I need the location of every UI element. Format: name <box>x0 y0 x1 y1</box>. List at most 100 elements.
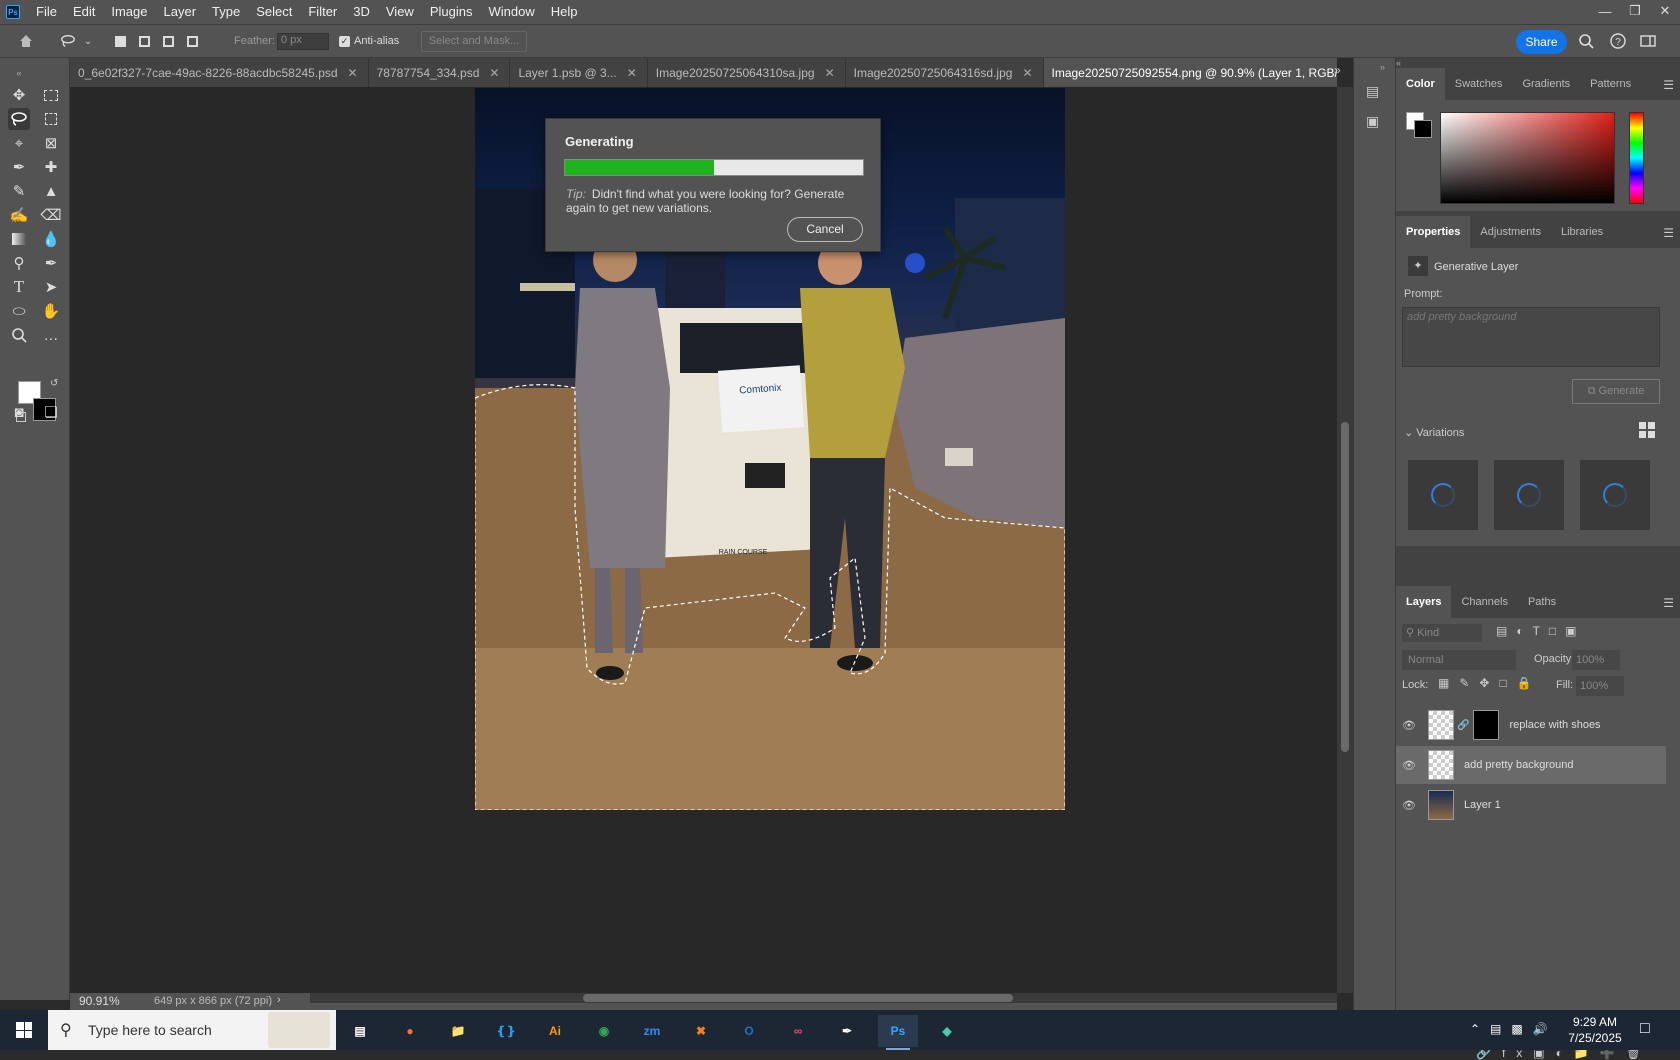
diamond-app-icon[interactable]: ◆ <box>927 1015 967 1047</box>
close-icon[interactable]: ✕ <box>1022 66 1032 80</box>
photoshop-icon[interactable]: Ps <box>878 1015 918 1050</box>
document-tab[interactable]: Image20250725064310sa.jpg ✕ <box>648 58 846 87</box>
document-tab[interactable]: Image20250725064316sd.jpg ✕ <box>846 58 1044 87</box>
tab-color[interactable]: Color <box>1396 68 1445 100</box>
prompt-input[interactable]: add pretty background <box>1402 307 1660 367</box>
lasso-tool-preset-icon[interactable] <box>60 33 76 49</box>
clone-stamp-tool-icon[interactable]: ▲ <box>40 180 62 202</box>
lock-icons[interactable]: ▦✎✥□🔒 <box>1438 676 1542 690</box>
panel-menu-icon[interactable]: ☰ <box>1663 226 1674 240</box>
gradient-tool-icon[interactable] <box>8 228 30 250</box>
layer-filter-icons[interactable]: ▤◐T□▣ <box>1496 624 1586 638</box>
screen-mode-icon[interactable]: ❏ <box>40 401 62 423</box>
move-tool-icon[interactable]: ✥ <box>8 84 30 106</box>
healing-brush-tool-icon[interactable]: ✚ <box>40 156 62 178</box>
marquee-tool-icon[interactable] <box>40 84 62 106</box>
layer-mask-thumbnail[interactable] <box>1473 710 1500 740</box>
close-window-icon[interactable]: ✕ <box>1650 0 1680 22</box>
chevron-down-icon[interactable]: ⌄ <box>80 33 96 49</box>
brush-tool-icon[interactable]: ✎ <box>8 180 30 202</box>
taskbar-search-box[interactable]: ⚲ Type here to search <box>48 1010 336 1050</box>
layer-row[interactable]: 👁 🔗 replace with shoes <box>1396 706 1666 744</box>
system-tray-icons[interactable]: ⌃▤▩🔊 <box>1470 1022 1558 1036</box>
document-tab[interactable]: Layer 1.psb @ 3... ✕ <box>510 58 648 87</box>
variation-thumbnail[interactable] <box>1408 460 1478 530</box>
variations-header[interactable]: ⌄ Variations <box>1404 426 1464 439</box>
crop-tool-icon[interactable]: ⌖ <box>8 132 30 154</box>
more-tools-icon[interactable]: … <box>40 324 62 346</box>
task-view-icon[interactable]: ▤ <box>340 1015 380 1047</box>
blur-tool-icon[interactable]: 💧 <box>40 228 62 250</box>
comments-icon[interactable]: ▣ <box>1366 113 1379 130</box>
zoom-tool-icon[interactable] <box>8 324 30 346</box>
tab-layers[interactable]: Layers <box>1396 586 1452 618</box>
firefox-icon[interactable]: ● <box>390 1015 430 1047</box>
visibility-eye-icon[interactable]: 👁 <box>1396 799 1422 812</box>
search-icon[interactable] <box>1578 33 1594 49</box>
horizontal-scroll-thumb[interactable] <box>583 994 1013 1002</box>
collapse-toolbar-icon[interactable]: « <box>8 62 30 84</box>
tab-channels[interactable]: Channels <box>1451 586 1517 618</box>
layer-row-selected[interactable]: 👁 add pretty background <box>1396 746 1666 784</box>
menu-3d[interactable]: 3D <box>345 0 378 24</box>
variation-thumbnail[interactable] <box>1580 460 1650 530</box>
object-selection-tool-icon[interactable] <box>40 108 62 130</box>
help-icon[interactable]: ? <box>1610 33 1626 49</box>
minimize-icon[interactable]: — <box>1590 0 1620 22</box>
menu-view[interactable]: View <box>378 0 422 24</box>
hue-slider[interactable] <box>1629 112 1644 204</box>
taskbar-clock[interactable]: 9:29 AM 7/25/2025 <box>1560 1014 1630 1046</box>
outlook-icon[interactable]: O <box>729 1015 769 1047</box>
menu-image[interactable]: Image <box>103 0 155 24</box>
tab-properties[interactable]: Properties <box>1396 216 1471 248</box>
document-tab-active[interactable]: Image20250725092554.png @ 90.9% (Layer 1… <box>1043 58 1337 87</box>
document-tab[interactable]: 78787754_334.psd ✕ <box>369 58 511 87</box>
eraser-tool-icon[interactable]: ⌫ <box>40 204 62 226</box>
mask-link-icon[interactable]: 🔗 <box>1457 720 1469 731</box>
close-icon[interactable]: ✕ <box>489 66 499 80</box>
swap-colors-icon[interactable]: ↺ <box>50 378 58 389</box>
blend-mode-select[interactable]: Normal <box>1402 650 1516 670</box>
layer-kind-filter[interactable]: ⚲ Kind <box>1402 624 1482 642</box>
tab-paths[interactable]: Paths <box>1518 586 1566 618</box>
new-selection-icon[interactable] <box>112 33 128 49</box>
horizontal-scrollbar[interactable] <box>310 993 1337 1003</box>
path-selection-tool-icon[interactable]: ➤ <box>40 276 62 298</box>
tab-libraries[interactable]: Libraries <box>1551 216 1613 248</box>
select-and-mask-button[interactable]: Select and Mask... <box>421 31 527 52</box>
type-tool-icon[interactable]: T <box>8 276 30 298</box>
fill-input[interactable]: 100% <box>1576 676 1624 696</box>
quick-mask-icon[interactable]: ◙ <box>8 401 30 423</box>
menu-window[interactable]: Window <box>480 0 542 24</box>
menu-help[interactable]: Help <box>543 0 586 24</box>
color-saturation-field[interactable] <box>1440 112 1615 204</box>
pen-tool-app-icon[interactable]: ✒ <box>827 1015 867 1047</box>
tab-overflow-icon[interactable]: » <box>1334 63 1341 77</box>
menu-file[interactable]: File <box>28 0 65 24</box>
notifications-icon[interactable]: □ <box>1640 1020 1650 1038</box>
creative-cloud-icon[interactable]: ∞ <box>778 1015 818 1047</box>
panel-menu-icon[interactable]: ☰ <box>1663 596 1674 610</box>
vertical-scroll-thumb[interactable] <box>1341 422 1349 752</box>
antialias-checkbox[interactable]: ✓ <box>339 36 350 47</box>
restore-icon[interactable]: ❐ <box>1620 0 1650 22</box>
tab-adjustments[interactable]: Adjustments <box>1470 216 1551 248</box>
menu-plugins[interactable]: Plugins <box>422 0 481 24</box>
close-icon[interactable]: ✕ <box>348 66 358 80</box>
chrome-icon[interactable]: ◉ <box>584 1015 624 1047</box>
tab-gradients[interactable]: Gradients <box>1512 68 1580 100</box>
eyedropper-tool-icon[interactable]: ✒ <box>8 156 30 178</box>
home-icon[interactable] <box>18 33 34 49</box>
tab-swatches[interactable]: Swatches <box>1445 68 1513 100</box>
menu-layer[interactable]: Layer <box>156 0 205 24</box>
expand-panels-icon[interactable]: » <box>1380 62 1385 72</box>
menu-type[interactable]: Type <box>204 0 248 24</box>
tab-patterns[interactable]: Patterns <box>1580 68 1641 100</box>
xampp-icon[interactable]: ✖ <box>681 1015 721 1047</box>
history-icon[interactable]: ▤ <box>1366 83 1379 100</box>
layer-row[interactable]: 👁 Layer 1 <box>1396 786 1666 824</box>
document-tab[interactable]: 0_6e02f327-7cae-49ac-8226-88acdbc58245.p… <box>70 58 369 87</box>
menu-select[interactable]: Select <box>248 0 300 24</box>
close-icon[interactable]: ✕ <box>627 66 637 80</box>
start-button[interactable] <box>0 1010 48 1050</box>
